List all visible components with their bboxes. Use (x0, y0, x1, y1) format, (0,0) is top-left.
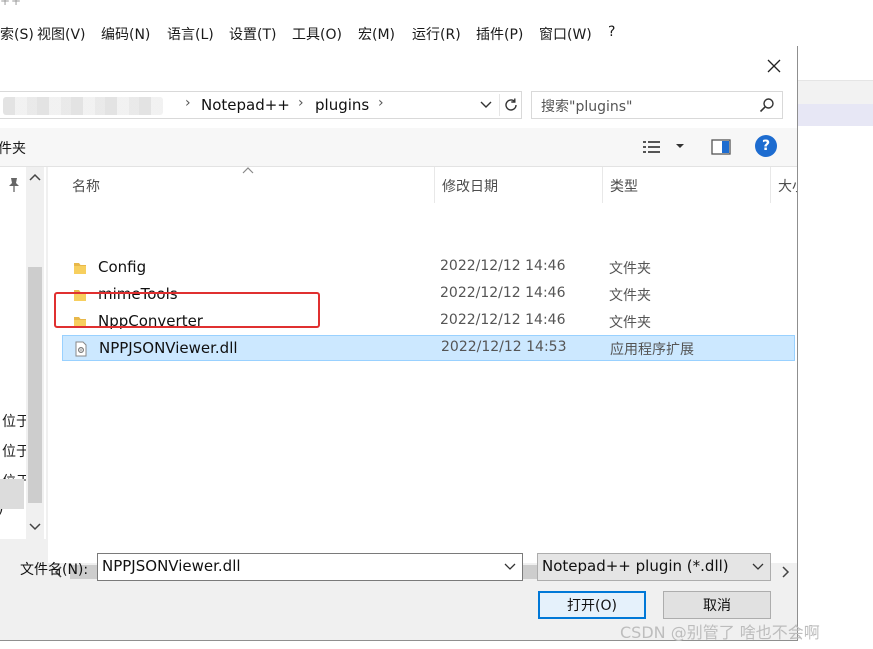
search-placeholder: 搜索"plugins" (541, 99, 633, 115)
column-divider[interactable] (434, 167, 435, 203)
menu-item-language[interactable]: 语言(L) (167, 24, 214, 44)
watermark-text: CSDN @别管了 啥也不会啊 (620, 623, 820, 642)
menubar: 索(S) 视图(V) 编码(N) 语言(L) 设置(T) 工具(O) 宏(M) … (0, 22, 873, 46)
file-type: 应用程序扩展 (610, 342, 694, 358)
file-date: 2022/12/12 14:46 (440, 312, 566, 328)
refresh-icon (505, 98, 517, 111)
file-type: 文件夹 (609, 261, 651, 277)
blurred-path (3, 97, 163, 115)
chevron-up-icon[interactable] (28, 171, 42, 185)
file-date: 2022/12/12 14:53 (441, 339, 567, 355)
menu-item-window[interactable]: 窗口(W) (539, 24, 592, 44)
filename-label: 文件名(N): (20, 562, 89, 578)
column-header-size[interactable]: 大小 (778, 176, 797, 196)
nav-item-location-1[interactable]: 位于 (2, 411, 26, 431)
close-button[interactable] (758, 52, 790, 80)
chevron-down-icon (480, 101, 492, 108)
breadcrumb-separator-icon: › (185, 95, 191, 111)
nav-item-location-2[interactable]: 位于 (2, 441, 26, 461)
nav-item-highlight (0, 479, 24, 509)
menu-item-view[interactable]: 视图(V) (37, 24, 86, 44)
caret-down-icon[interactable] (674, 140, 686, 152)
menu-item-search[interactable]: 索(S) (0, 24, 34, 44)
new-folder-button[interactable]: 件夹 (0, 138, 26, 158)
open-button[interactable]: 打开(O) (538, 591, 646, 619)
close-icon (767, 59, 781, 73)
dialog-toolbar: 件夹 ? (0, 128, 797, 167)
pin-icon (9, 178, 19, 192)
nav-scrollbar-thumb[interactable] (28, 267, 42, 503)
cancel-button[interactable]: 取消 (663, 591, 771, 619)
annotation-highlight-box (54, 292, 320, 328)
menu-item-settings[interactable]: 设置(T) (229, 24, 276, 44)
file-row-nppjsonviewer[interactable]: NPPJSONViewer.dll 2022/12/12 14:53 应用程序扩… (62, 335, 795, 361)
app-title-fragment: ++ (0, 0, 23, 8)
filename-input[interactable]: NPPJSONViewer.dll (97, 553, 523, 581)
background-editor (797, 46, 873, 649)
menu-item-run[interactable]: 运行(R) (412, 24, 461, 44)
file-list-header: 名称 修改日期 类型 大小 (48, 167, 797, 203)
file-name: NPPJSONViewer.dll (99, 339, 238, 357)
breadcrumb-notepadpp[interactable]: Notepad++ (201, 96, 290, 114)
file-type: 文件夹 (609, 288, 651, 304)
file-list: 名称 修改日期 类型 大小 Config 2022/12/12 14:46 文件… (48, 167, 797, 581)
navigation-pane: 位于 位于 位于 ) (0, 167, 46, 539)
menu-item-plugins[interactable]: 插件(P) (476, 24, 523, 44)
background-tab-strip (797, 80, 873, 105)
address-bar[interactable]: › Notepad++ › plugins › (0, 91, 522, 119)
menu-item-macro[interactable]: 宏(M) (358, 24, 395, 44)
file-name: Config (98, 258, 147, 276)
file-date: 2022/12/12 14:46 (440, 258, 566, 274)
file-row-config[interactable]: Config 2022/12/12 14:46 文件夹 (62, 255, 795, 281)
chevron-down-icon[interactable] (752, 562, 764, 572)
search-icon (759, 98, 774, 113)
background-current-line (797, 104, 873, 126)
breadcrumb-separator-icon: › (378, 95, 384, 111)
dll-file-icon (75, 341, 87, 357)
search-input[interactable]: 搜索"plugins" (531, 91, 783, 119)
sort-ascending-icon (242, 167, 254, 174)
help-button[interactable]: ? (755, 135, 777, 157)
column-header-type[interactable]: 类型 (610, 176, 638, 196)
file-type: 文件夹 (609, 315, 651, 331)
chevron-down-icon[interactable] (504, 562, 516, 572)
filename-value: NPPJSONViewer.dll (102, 557, 241, 575)
dialog-title-bar (0, 46, 797, 86)
refresh-button[interactable] (499, 94, 522, 116)
chevron-right-icon[interactable] (778, 565, 792, 579)
chevron-down-icon[interactable] (28, 519, 42, 533)
preview-pane-icon[interactable] (710, 138, 732, 156)
view-options-icon[interactable] (642, 138, 662, 156)
filetype-value: Notepad++ plugin (*.dll) (542, 557, 729, 575)
file-date: 2022/12/12 14:46 (440, 285, 566, 301)
menu-item-encoding[interactable]: 编码(N) (101, 24, 150, 44)
column-divider[interactable] (602, 167, 603, 203)
column-header-date[interactable]: 修改日期 (442, 176, 498, 196)
column-divider[interactable] (770, 167, 771, 203)
folder-icon (74, 263, 86, 274)
column-header-name[interactable]: 名称 (72, 176, 100, 196)
menu-item-help[interactable]: ? (608, 24, 615, 40)
filetype-select[interactable]: Notepad++ plugin (*.dll) (537, 553, 771, 581)
menu-item-tools[interactable]: 工具(O) (292, 24, 342, 44)
breadcrumb-plugins[interactable]: plugins (315, 96, 369, 114)
open-file-dialog: › Notepad++ › plugins › 搜索"plugins" 件夹 ?… (0, 46, 798, 641)
address-dropdown-button[interactable] (475, 94, 497, 116)
breadcrumb-separator-icon: › (298, 95, 304, 111)
